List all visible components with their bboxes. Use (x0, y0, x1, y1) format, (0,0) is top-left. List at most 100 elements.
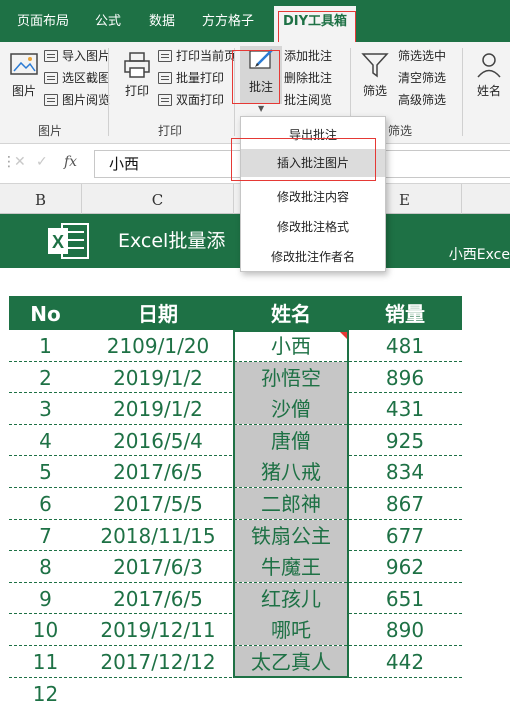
table-cell-name[interactable]: 太乙真人 (234, 646, 348, 677)
printer-icon (124, 52, 150, 78)
filter-selected-button[interactable]: 筛选选中 (398, 46, 446, 66)
table-cell-sales[interactable]: 925 (348, 425, 462, 456)
table-cell-date[interactable]: 2019/1/2 (82, 362, 234, 393)
comment-preview-button[interactable]: 批注阅览 (284, 90, 332, 110)
table-cell-no[interactable]: 1 (9, 330, 82, 361)
picture-icon (10, 53, 38, 75)
add-comment-button[interactable]: 添加批注 (284, 46, 332, 66)
table-cell-sales[interactable] (348, 678, 462, 709)
print-page-icon (158, 50, 172, 62)
table-cell-date[interactable]: 2017/6/5 (82, 456, 234, 487)
table-cell-date[interactable]: 2109/1/20 (82, 330, 234, 361)
table-cell-sales[interactable]: 890 (348, 614, 462, 645)
table-cell-no[interactable]: 7 (9, 520, 82, 551)
delete-comment-label: 删除批注 (284, 71, 333, 85)
table-cell-date[interactable]: 2019/1/2 (82, 393, 234, 424)
menu-item-edit-comment-format[interactable]: 修改批注格式 (241, 213, 385, 241)
table-cell-no[interactable]: 8 (9, 551, 82, 582)
table-cell-sales[interactable]: 651 (348, 583, 462, 614)
print-button[interactable]: 打印 (118, 50, 156, 99)
group-label-print: 打印 (157, 124, 182, 138)
filter-selected-label: 筛选选中 (398, 49, 447, 63)
table-cell-sales[interactable]: 834 (348, 456, 462, 487)
picture-button-label: 图片 (11, 84, 36, 98)
table-cell-date[interactable]: 2019/12/11 (82, 614, 234, 645)
table-cell-no[interactable]: 4 (9, 425, 82, 456)
table-cell-sales[interactable]: 867 (348, 488, 462, 519)
table-cell-date[interactable]: 2016/5/4 (82, 425, 234, 456)
table-row: 12 (9, 678, 462, 710)
picture-button[interactable]: 图片 (6, 50, 42, 99)
table-cell-name[interactable] (234, 678, 348, 709)
table-cell-name[interactable]: 沙僧 (234, 393, 348, 425)
filter-button-label: 筛选 (362, 84, 387, 98)
confirm-icon[interactable]: ✓ (36, 154, 48, 170)
menu-item-edit-comment-content[interactable]: 修改批注内容 (241, 183, 385, 211)
table-cell-no[interactable]: 2 (9, 362, 82, 393)
table-cell-name[interactable]: 猪八戒 (234, 456, 348, 488)
table-cell-name[interactable]: 红孩儿 (234, 582, 348, 614)
table-cell-date[interactable]: 2018/11/15 (82, 520, 234, 551)
clear-filter-button[interactable]: 清空筛选 (398, 68, 446, 88)
table-row: 6 2017/5/5 二郎神 867 (9, 488, 462, 520)
table-cell-sales[interactable]: 442 (348, 646, 462, 677)
column-header-b[interactable]: B (0, 184, 82, 214)
table-cell-sales[interactable]: 896 (348, 362, 462, 393)
table-cell-sales[interactable]: 481 (348, 330, 462, 361)
tab-formulas[interactable]: 公式 (84, 0, 132, 42)
table-cell-sales[interactable]: 962 (348, 551, 462, 582)
table-cell-sales[interactable]: 677 (348, 520, 462, 551)
table-cell-name[interactable]: 牛魔王 (234, 551, 348, 583)
table-header-no: No (30, 302, 61, 326)
filter-button[interactable]: 筛选 (356, 50, 394, 99)
table-row: 5 2017/6/5 猪八戒 834 (9, 456, 462, 488)
table-cell-no[interactable]: 10 (9, 614, 82, 645)
table-cell-date[interactable]: 2017/6/3 (82, 551, 234, 582)
comment-button[interactable]: 批注 (240, 46, 282, 104)
import-picture-button[interactable]: 导入图片 (44, 46, 110, 66)
ribbon-tab-bar: 页面布局 公式 数据 方方格子 DIY工具箱 (0, 0, 510, 48)
picture-preview-button[interactable]: 图片阅览 (44, 90, 110, 110)
menu-item-export-comments[interactable]: 导出批注 (241, 121, 385, 149)
table-cell-name[interactable]: 铁扇公主 (234, 519, 348, 551)
table-cell-name[interactable]: 二郎神 (234, 488, 348, 519)
picture-preview-label: 图片阅览 (62, 93, 111, 107)
table-cell-sales[interactable]: 431 (348, 393, 462, 424)
duplex-print-button[interactable]: 双面打印 (158, 90, 224, 110)
batch-print-button[interactable]: 批量打印 (158, 68, 224, 88)
table-cell-no[interactable]: 5 (9, 456, 82, 487)
group-label-filter: 筛选 (387, 124, 412, 138)
table-cell-no[interactable]: 12 (9, 678, 82, 709)
ribbon-separator (108, 48, 109, 136)
table-cell-name[interactable]: 唐僧 (234, 424, 348, 456)
table-cell-no[interactable]: 6 (9, 488, 82, 519)
table-cell-no[interactable]: 9 (9, 583, 82, 614)
cancel-icon[interactable]: ✕ (14, 154, 26, 170)
tab-data[interactable]: 数据 (138, 0, 186, 42)
name-button[interactable]: 姓名 (470, 50, 508, 99)
column-header-c[interactable]: C (82, 184, 234, 214)
name-button-label: 姓名 (476, 84, 501, 98)
menu-item-insert-comment-picture[interactable]: 插入批注图片 (241, 149, 385, 177)
tab-fangfang-gezi[interactable]: 方方格子 (192, 0, 264, 42)
table-cell-name[interactable]: 小西 (234, 330, 348, 361)
table-cell-date[interactable] (82, 678, 234, 709)
region-screenshot-label: 选区截图 (62, 71, 111, 85)
table-cell-date[interactable]: 2017/6/5 (82, 583, 234, 614)
table-cell-name[interactable]: 哪吒 (234, 614, 348, 646)
table-cell-date[interactable]: 2017/12/12 (82, 646, 234, 677)
region-screenshot-button[interactable]: 选区截图 (44, 68, 110, 88)
table-cell-no[interactable]: 3 (9, 393, 82, 424)
tab-page-layout[interactable]: 页面布局 (8, 0, 78, 42)
delete-comment-button[interactable]: 删除批注 (284, 68, 332, 88)
table-cell-date[interactable]: 2017/5/5 (82, 488, 234, 519)
advanced-filter-button[interactable]: 高级筛选 (398, 90, 446, 110)
chevron-down-icon[interactable]: ▼ (258, 104, 264, 113)
table-cell-name[interactable]: 孙悟空 (234, 361, 348, 393)
insert-function-icon[interactable]: fx (64, 154, 77, 170)
table-row: 3 2019/1/2 沙僧 431 (9, 393, 462, 425)
table-row: 10 2019/12/11 哪吒 890 (9, 614, 462, 646)
table-cell-no[interactable]: 11 (9, 646, 82, 677)
menu-item-edit-comment-author[interactable]: 修改批注作者名 (241, 243, 385, 271)
print-current-page-button[interactable]: 打印当前页 (158, 46, 236, 66)
